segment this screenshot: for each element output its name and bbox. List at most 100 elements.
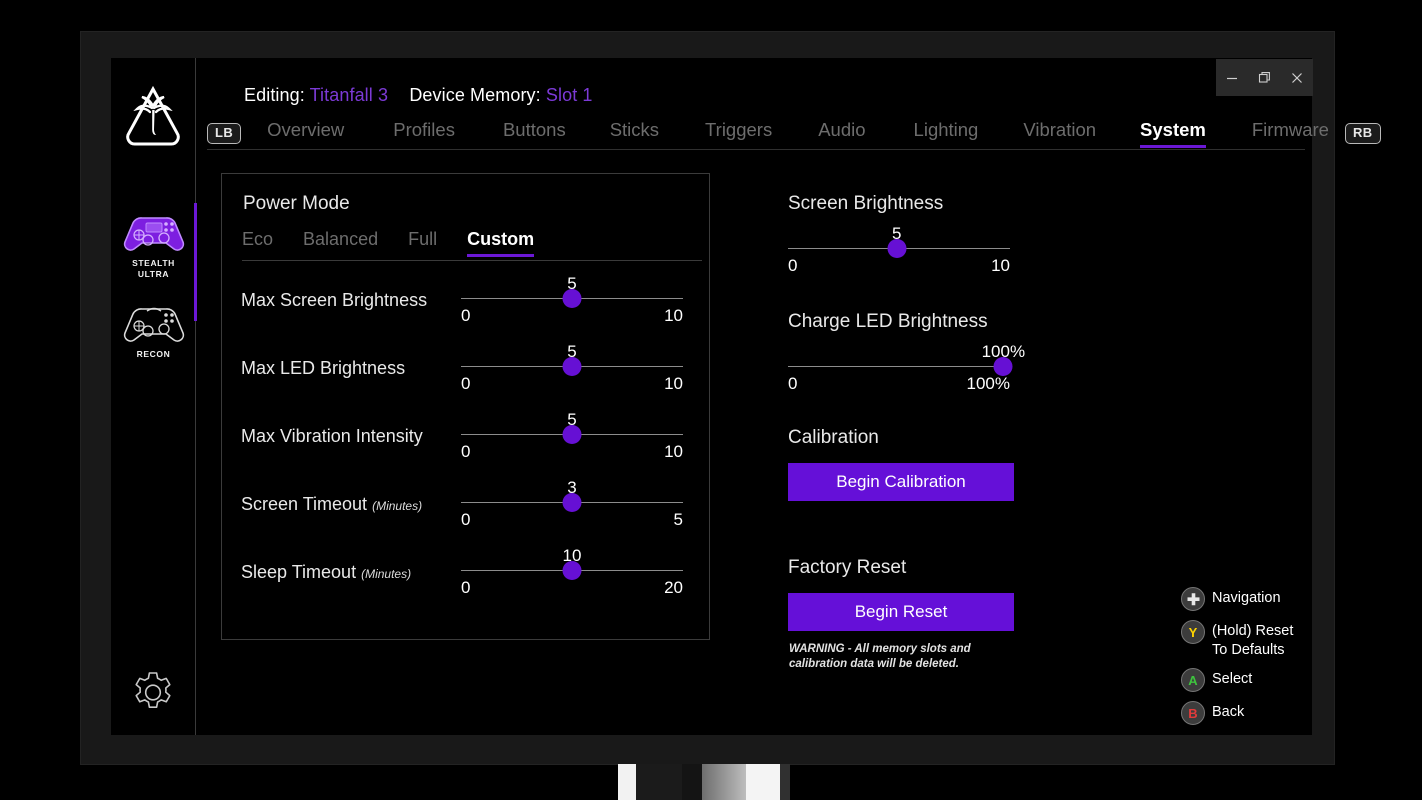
restore-icon[interactable] bbox=[1249, 63, 1279, 93]
legend-text-2: To Defaults bbox=[1212, 642, 1285, 658]
device-memory-value[interactable]: Slot 1 bbox=[546, 85, 593, 105]
screen: STEALTH ULTRA bbox=[0, 0, 1422, 800]
sidebar-device-recon[interactable]: RECON bbox=[111, 296, 196, 364]
tab-profiles[interactable]: Profiles bbox=[393, 119, 455, 148]
warning-line2: calibration data will be deleted. bbox=[789, 658, 959, 670]
slider-label: Max Vibration Intensity bbox=[241, 426, 461, 447]
power-mode-eco[interactable]: Eco bbox=[242, 229, 273, 257]
warning-line1: WARNING - All memory slots and bbox=[789, 643, 971, 655]
tab-overview[interactable]: Overview bbox=[267, 119, 344, 148]
minimize-icon[interactable] bbox=[1217, 63, 1247, 93]
power-mode-options: Eco Balanced Full Custom bbox=[242, 229, 702, 257]
slider-thumb[interactable] bbox=[563, 357, 582, 376]
sidebar-device-stealth-ultra[interactable]: STEALTH ULTRA bbox=[111, 205, 196, 284]
slider-min-label: 0 bbox=[461, 442, 470, 462]
slider-units: (Minutes) bbox=[361, 567, 411, 581]
slider-control[interactable]: 5 0 10 bbox=[461, 278, 683, 323]
device-list: STEALTH ULTRA bbox=[111, 205, 196, 376]
slider-thumb[interactable] bbox=[563, 561, 582, 580]
slider-max-vibration-intensity: Max Vibration Intensity 5 0 10 bbox=[241, 414, 701, 459]
editing-profile-value[interactable]: Titanfall 3 bbox=[310, 85, 388, 105]
screen-brightness-title: Screen Brightness bbox=[788, 193, 943, 215]
tab-lighting[interactable]: Lighting bbox=[914, 119, 979, 148]
slider-thumb[interactable] bbox=[563, 493, 582, 512]
power-mode-divider bbox=[242, 260, 702, 261]
tab-firmware[interactable]: Firmware bbox=[1252, 119, 1329, 148]
slider-control[interactable]: 5 0 10 bbox=[461, 414, 683, 459]
slider-min-label: 0 bbox=[461, 374, 470, 394]
slider-max-label: 10 bbox=[664, 374, 683, 394]
device-memory-label: Device Memory: bbox=[409, 85, 540, 105]
slider-label: Screen Timeout (Minutes) bbox=[241, 494, 461, 515]
device-label-line1: STEALTH bbox=[132, 258, 175, 268]
close-icon[interactable] bbox=[1282, 63, 1312, 93]
slider-max-screen-brightness: Max Screen Brightness 5 0 10 bbox=[241, 278, 701, 323]
slider-label: Sleep Timeout (Minutes) bbox=[241, 562, 461, 583]
tab-triggers[interactable]: Triggers bbox=[705, 119, 772, 148]
legend-item-select: A Select bbox=[1181, 668, 1331, 692]
tab-system[interactable]: System bbox=[1140, 119, 1206, 148]
turtle-beach-palm-logo-icon bbox=[124, 86, 182, 148]
controller-legend: Navigation Y (Hold) Reset To Defaults A … bbox=[1181, 587, 1331, 734]
factory-reset-title: Factory Reset bbox=[788, 557, 906, 579]
slider-control[interactable]: 5 0 10 bbox=[461, 346, 683, 391]
power-mode-balanced[interactable]: Balanced bbox=[303, 229, 378, 257]
power-mode-full[interactable]: Full bbox=[408, 229, 437, 257]
begin-calibration-button[interactable]: Begin Calibration bbox=[788, 463, 1014, 501]
slider-max-label: 10 bbox=[664, 442, 683, 462]
begin-reset-button[interactable]: Begin Reset bbox=[788, 593, 1014, 631]
slider-sleep-timeout: Sleep Timeout (Minutes) 10 0 20 bbox=[241, 550, 701, 595]
slider-charge-led-brightness[interactable]: 100% 0 100% bbox=[788, 346, 1010, 391]
slider-control[interactable]: 10 0 20 bbox=[461, 550, 683, 595]
slider-units: (Minutes) bbox=[372, 499, 422, 513]
device-label-line1: RECON bbox=[137, 349, 171, 359]
power-mode-title: Power Mode bbox=[243, 193, 350, 215]
slider-max-label: 100% bbox=[967, 374, 1010, 394]
tab-sticks[interactable]: Sticks bbox=[610, 119, 659, 148]
slider-screen-brightness[interactable]: 5 0 10 bbox=[788, 228, 1010, 273]
legend-text: (Hold) Reset bbox=[1212, 623, 1293, 639]
controller-icon bbox=[123, 211, 185, 255]
tab-audio[interactable]: Audio bbox=[818, 119, 865, 148]
slider-min-label: 0 bbox=[788, 256, 797, 276]
slider-max-label: 5 bbox=[674, 510, 683, 530]
power-mode-custom[interactable]: Custom bbox=[467, 229, 534, 257]
legend-item-back: B Back bbox=[1181, 701, 1331, 725]
calibration-title: Calibration bbox=[788, 427, 879, 449]
legend-text: Back bbox=[1212, 704, 1244, 720]
legend-item-reset-defaults: Y (Hold) Reset To Defaults bbox=[1181, 620, 1331, 659]
editing-status: Editing: Titanfall 3 Device Memory: Slot… bbox=[244, 85, 593, 106]
slider-label: Max Screen Brightness bbox=[241, 290, 461, 311]
tab-buttons[interactable]: Buttons bbox=[503, 119, 566, 148]
device-label-line2: ULTRA bbox=[138, 269, 169, 279]
gear-icon[interactable] bbox=[129, 669, 177, 717]
slider-thumb[interactable] bbox=[887, 239, 906, 258]
tab-vibration[interactable]: Vibration bbox=[1023, 119, 1096, 148]
right-bumper-badge: RB bbox=[1345, 123, 1381, 144]
tab-bar-divider bbox=[207, 149, 1305, 150]
controller-icon bbox=[123, 302, 185, 346]
slider-thumb[interactable] bbox=[563, 289, 582, 308]
slider-max-label: 20 bbox=[664, 578, 683, 598]
legend-text: Select bbox=[1212, 671, 1252, 687]
slider-max-led-brightness: Max LED Brightness 5 0 10 bbox=[241, 346, 701, 391]
slider-min-label: 0 bbox=[788, 374, 797, 394]
tab-bar: LB Overview Profiles Buttons Sticks Trig… bbox=[207, 115, 1305, 151]
legend-item-navigation: Navigation bbox=[1181, 587, 1331, 611]
slider-min-label: 0 bbox=[461, 578, 470, 598]
slider-thumb[interactable] bbox=[563, 425, 582, 444]
factory-reset-warning: WARNING - All memory slots and calibrati… bbox=[789, 642, 989, 671]
slider-label: Max LED Brightness bbox=[241, 358, 461, 379]
left-bumper-badge: LB bbox=[207, 123, 241, 144]
slider-control[interactable]: 3 0 5 bbox=[461, 482, 683, 527]
button-y-icon: Y bbox=[1181, 620, 1205, 644]
dpad-icon bbox=[1181, 587, 1205, 611]
charge-led-brightness-title: Charge LED Brightness bbox=[788, 311, 988, 333]
legend-text: Navigation bbox=[1212, 590, 1281, 606]
button-a-icon: A bbox=[1181, 668, 1205, 692]
background-device-artifact bbox=[612, 761, 790, 800]
slider-min-label: 0 bbox=[461, 510, 470, 530]
power-mode-panel: Power Mode Eco Balanced Full Custom Max … bbox=[221, 173, 710, 640]
window-controls bbox=[1216, 59, 1313, 96]
button-b-icon: B bbox=[1181, 701, 1205, 725]
